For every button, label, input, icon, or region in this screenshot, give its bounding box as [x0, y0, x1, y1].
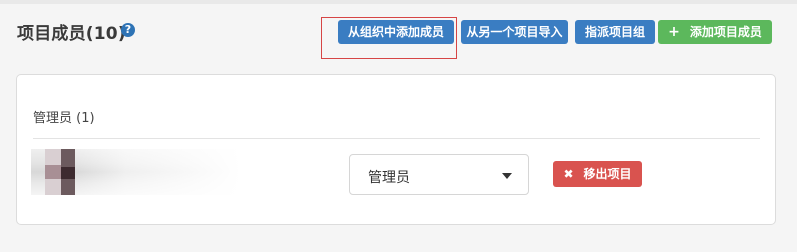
section-divider — [33, 138, 760, 139]
page-title: 项目成员(10) — [17, 24, 126, 44]
admin-section-label: 管理员 (1) — [33, 111, 95, 126]
members-panel: 管理员 (1) 管理员 ✖ 移出项目 — [16, 74, 776, 225]
blur-block — [61, 167, 75, 179]
add-project-member-label: 添加项目成员 — [689, 25, 762, 39]
member-avatar-and-name-blurred — [31, 149, 241, 195]
question-circle-icon[interactable]: ? — [121, 23, 135, 37]
add-project-member-button[interactable]: + 添加项目成员 — [658, 20, 772, 44]
member-role-select[interactable]: 管理员 — [349, 154, 529, 195]
top-border — [0, 0, 797, 4]
import-from-other-project-button[interactable]: 从另一个项目导入 — [461, 20, 568, 44]
remove-from-project-button[interactable]: ✖ 移出项目 — [553, 161, 642, 187]
times-icon: ✖ — [563, 167, 574, 181]
plus-icon: + — [668, 24, 680, 40]
chevron-down-icon — [502, 173, 512, 179]
assign-project-group-button[interactable]: 指派项目组 — [575, 20, 655, 44]
role-select-value: 管理员 — [368, 170, 410, 186]
add-from-org-button[interactable]: 从组织中添加成员 — [338, 20, 454, 44]
remove-from-project-label: 移出项目 — [583, 167, 632, 181]
blur-block — [45, 165, 61, 179]
